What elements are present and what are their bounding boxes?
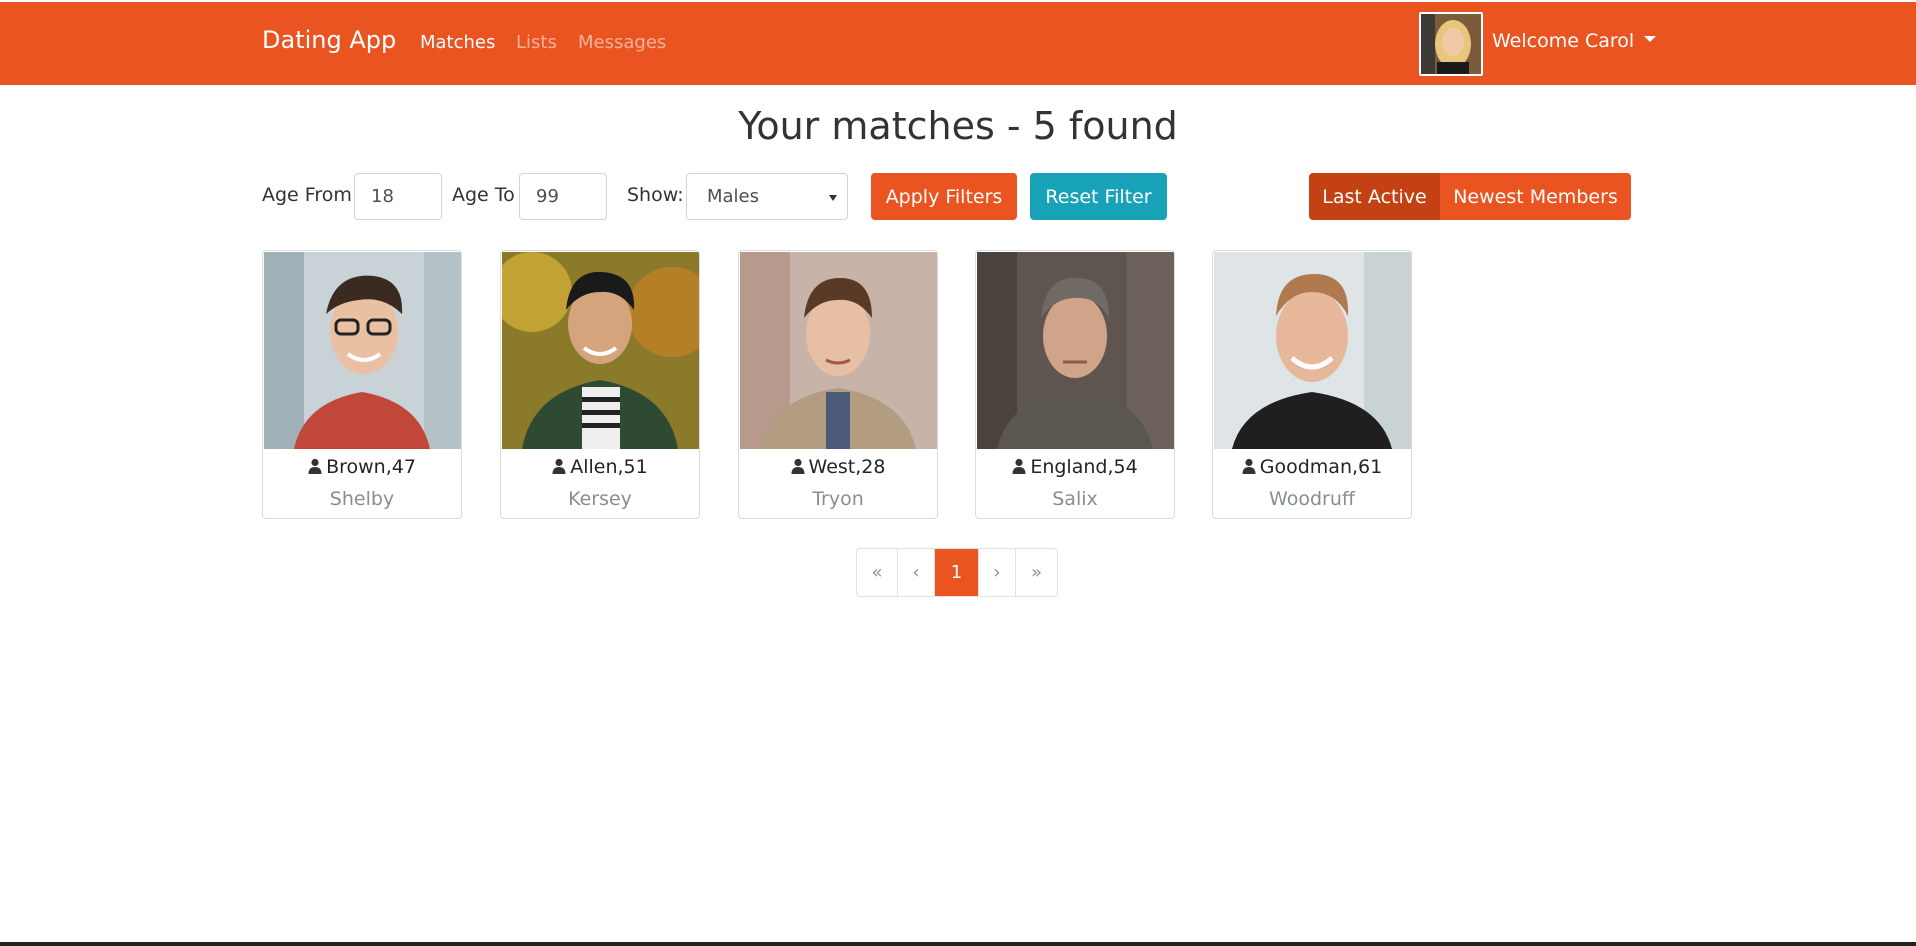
member-card[interactable]: Allen,51 Kersey bbox=[500, 250, 700, 519]
user-icon bbox=[1242, 458, 1256, 474]
pagination-page-1[interactable]: 1 bbox=[935, 549, 979, 596]
brand-logo[interactable]: Dating App bbox=[262, 26, 396, 54]
user-menu-label: Welcome Carol bbox=[1492, 30, 1635, 52]
user-avatar bbox=[1419, 12, 1483, 76]
user-icon bbox=[791, 458, 805, 474]
sort-button-group: Last Active Newest Members bbox=[1309, 173, 1631, 220]
member-city: Kersey bbox=[568, 488, 632, 510]
age-to-input[interactable] bbox=[519, 173, 607, 220]
member-name-age: England,54 bbox=[976, 456, 1174, 478]
user-menu-dropdown[interactable]: Welcome Carol bbox=[1492, 30, 1657, 52]
nav-link-matches[interactable]: Matches bbox=[420, 32, 495, 53]
member-card[interactable]: Brown,47 Shelby bbox=[262, 250, 462, 519]
caret-down-icon bbox=[1644, 35, 1657, 42]
page-title: Your matches - 5 found bbox=[738, 104, 1178, 148]
member-name-age: Brown,47 bbox=[263, 456, 461, 478]
member-city: Tryon bbox=[812, 488, 864, 510]
member-city: Woodruff bbox=[1269, 488, 1355, 510]
user-icon bbox=[308, 458, 322, 474]
show-label: Show: bbox=[627, 184, 684, 206]
user-icon bbox=[1012, 458, 1026, 474]
member-name-age: Goodman,61 bbox=[1213, 456, 1411, 478]
bottom-edge bbox=[0, 942, 1916, 946]
gender-select-value: Males bbox=[707, 186, 760, 207]
age-from-input[interactable] bbox=[354, 173, 442, 220]
navbar: Dating App Matches Lists Messages Welcom… bbox=[0, 2, 1916, 85]
pagination-prev-button[interactable]: ‹ bbox=[898, 549, 935, 596]
pagination-last-button[interactable]: » bbox=[1016, 549, 1057, 596]
age-from-label: Age From bbox=[262, 184, 352, 206]
user-icon bbox=[552, 458, 566, 474]
member-city: Shelby bbox=[329, 488, 395, 510]
member-name-age: Allen,51 bbox=[501, 456, 699, 478]
sort-last-active-button[interactable]: Last Active bbox=[1309, 173, 1440, 220]
member-photo bbox=[502, 252, 699, 449]
sort-newest-members-button[interactable]: Newest Members bbox=[1440, 173, 1631, 220]
reset-filter-button[interactable]: Reset Filter bbox=[1030, 173, 1167, 220]
gender-select[interactable]: Males bbox=[686, 173, 848, 220]
member-card[interactable]: England,54 Salix bbox=[975, 250, 1175, 519]
member-photo bbox=[264, 252, 461, 449]
member-photo bbox=[740, 252, 937, 449]
age-to-label: Age To bbox=[452, 184, 515, 206]
member-name-age: West,28 bbox=[739, 456, 937, 478]
pagination-next-button[interactable]: › bbox=[979, 549, 1016, 596]
chevron-down-icon bbox=[829, 195, 837, 201]
member-card[interactable]: Goodman,61 Woodruff bbox=[1212, 250, 1412, 519]
member-card[interactable]: West,28 Tryon bbox=[738, 250, 938, 519]
member-photo bbox=[977, 252, 1174, 449]
pagination: « ‹ 1 › » bbox=[856, 548, 1058, 597]
pagination-first-button[interactable]: « bbox=[857, 549, 898, 596]
member-city: Salix bbox=[1052, 488, 1098, 510]
apply-filters-button[interactable]: Apply Filters bbox=[871, 173, 1017, 220]
nav-link-lists[interactable]: Lists bbox=[516, 32, 557, 53]
member-photo bbox=[1214, 252, 1411, 449]
nav-link-messages[interactable]: Messages bbox=[578, 32, 666, 53]
